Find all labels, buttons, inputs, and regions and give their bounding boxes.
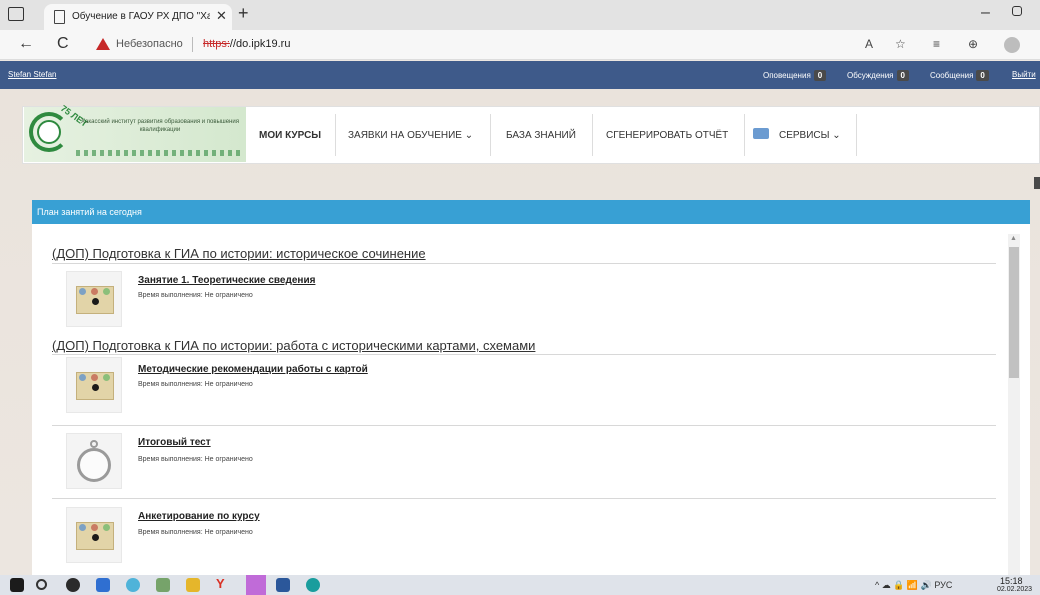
scrollbar-thumb[interactable] xyxy=(1009,247,1019,378)
minimize-icon[interactable]: – xyxy=(981,4,990,22)
reload-icon[interactable]: C xyxy=(57,35,69,53)
app-icon[interactable] xyxy=(246,575,266,595)
page-icon xyxy=(54,10,65,24)
site-top-bar: Stefan Stefan Оповещения 0 Обсуждения 0 Со… xyxy=(0,61,1040,89)
nav-generate-report[interactable]: СГЕНЕРИРОВАТЬ ОТЧЁТ xyxy=(606,130,728,141)
tab-actions-icon[interactable] xyxy=(8,7,24,21)
discussions-link[interactable]: Обсуждения 0 xyxy=(847,70,909,81)
new-tab-icon[interactable]: + xyxy=(238,3,249,24)
divider xyxy=(192,37,193,52)
lesson-divider xyxy=(52,498,996,499)
taskbar: Y ^ ☁ 🔒 📶 🔊 РУС 15:18 02.02.2023 xyxy=(0,575,1040,595)
favorites-add-icon[interactable]: ☆ xyxy=(895,37,906,51)
side-handle[interactable] xyxy=(1034,177,1040,189)
scroll-up-icon[interactable]: ▲ xyxy=(1010,235,1017,242)
stopwatch-icon xyxy=(66,433,122,489)
panel-header xyxy=(32,200,1030,224)
nav-divider xyxy=(335,114,336,156)
logo-ornament xyxy=(76,150,242,156)
messages-link[interactable]: Сообщения 0 xyxy=(930,70,989,81)
system-tray[interactable]: ^ ☁ 🔒 📶 🔊 РУС xyxy=(875,580,952,591)
logout-link[interactable]: Выйти xyxy=(1012,70,1036,79)
discussions-label: Обсуждения xyxy=(847,71,894,80)
favorites-icon[interactable]: ≡ xyxy=(933,37,940,51)
word-icon[interactable] xyxy=(276,578,290,592)
read-aloud-icon[interactable]: A xyxy=(865,37,873,51)
start-icon[interactable] xyxy=(10,578,24,592)
messages-badge: 0 xyxy=(976,70,989,81)
clock-date[interactable]: 02.02.2023 xyxy=(997,586,1032,593)
lesson-meta: Время выполнения: Не ограничено xyxy=(138,456,253,463)
steam-icon[interactable] xyxy=(66,578,80,592)
lesson-title[interactable]: Итоговый тест xyxy=(138,437,211,448)
video-icon[interactable] xyxy=(96,578,110,592)
messages-label: Сообщения xyxy=(930,71,974,80)
notifications-badge: 0 xyxy=(813,70,827,81)
address-bar-row: ← C Небезопасно https://do.ipk19.ru A ☆ … xyxy=(0,30,1040,60)
lesson-meta: Время выполнения: Не ограничено xyxy=(138,381,253,388)
browser-tab[interactable]: Обучение в ГАОУ РХ ДПО "Хака ✕ xyxy=(44,4,232,30)
collections-icon[interactable]: ⊕ xyxy=(968,37,978,51)
lesson-board-icon xyxy=(66,507,122,563)
weather-icon[interactable] xyxy=(126,578,140,592)
course-title[interactable]: (ДОП) Подготовка к ГИА по истории: работ… xyxy=(52,338,535,353)
logo-text: Хакасский институт развития образования … xyxy=(81,119,239,133)
user-link[interactable]: Stefan Stefan xyxy=(8,70,56,79)
lesson-board-icon xyxy=(66,271,122,327)
notifications-link[interactable]: Оповещения 0 xyxy=(763,70,827,81)
photos-icon[interactable] xyxy=(156,578,170,592)
nav-applications[interactable]: ЗАЯВКИ НА ОБУЧЕНИЕ ⌄ xyxy=(348,130,473,141)
lesson-board-icon xyxy=(66,357,122,413)
site-logo[interactable]: 75 ЛЕТ Хакасский институт развития образ… xyxy=(24,103,246,162)
lesson-title[interactable]: Анкетирование по курсу xyxy=(138,511,260,522)
logo-emblem-icon xyxy=(37,120,61,144)
lesson-divider xyxy=(52,425,996,426)
folder-icon[interactable] xyxy=(186,578,200,592)
services-icon xyxy=(753,128,769,139)
lesson-meta: Время выполнения: Не ограничено xyxy=(138,292,253,299)
panel-title: План занятий на сегодня xyxy=(37,207,142,217)
lesson-meta: Время выполнения: Не ограничено xyxy=(138,529,253,536)
back-icon[interactable]: ← xyxy=(18,35,34,53)
search-icon[interactable] xyxy=(36,579,47,590)
nav-divider xyxy=(490,114,491,156)
course-title[interactable]: (ДОП) Подготовка к ГИА по истории: истор… xyxy=(52,246,426,261)
lesson-title[interactable]: Занятие 1. Теоретические сведения xyxy=(138,275,315,286)
course-divider xyxy=(52,354,996,355)
nav-divider xyxy=(592,114,593,156)
profile-icon[interactable] xyxy=(1004,37,1020,53)
nav-divider xyxy=(856,114,857,156)
nav-knowledge-base[interactable]: БАЗА ЗНАНИЙ xyxy=(506,130,576,141)
url-field[interactable]: https://do.ipk19.ru xyxy=(203,38,290,50)
lesson-title[interactable]: Методические рекомендации работы с карто… xyxy=(138,364,368,375)
yandex-icon[interactable]: Y xyxy=(216,576,230,591)
nav-divider xyxy=(744,114,745,156)
url-host: //do.ipk19.ru xyxy=(229,38,291,50)
close-tab-icon[interactable]: ✕ xyxy=(216,8,227,24)
discussions-badge: 0 xyxy=(896,70,909,81)
nav-my-courses[interactable]: МОИ КУРСЫ xyxy=(259,130,321,141)
skype-icon[interactable] xyxy=(306,578,320,592)
url-scheme: https: xyxy=(203,38,230,50)
course-divider xyxy=(52,263,996,264)
clock-time[interactable]: 15:18 xyxy=(1000,576,1023,586)
restore-icon[interactable] xyxy=(1012,6,1022,16)
notifications-label: Оповещения xyxy=(763,71,811,80)
warning-icon[interactable] xyxy=(96,38,110,50)
tab-title: Обучение в ГАОУ РХ ДПО "Хака xyxy=(72,11,210,22)
browser-tab-bar: Обучение в ГАОУ РХ ДПО "Хака ✕ + – xyxy=(0,0,1040,30)
security-warning[interactable]: Небезопасно xyxy=(116,38,183,50)
nav-services[interactable]: СЕРВИСЫ ⌄ xyxy=(779,130,841,141)
